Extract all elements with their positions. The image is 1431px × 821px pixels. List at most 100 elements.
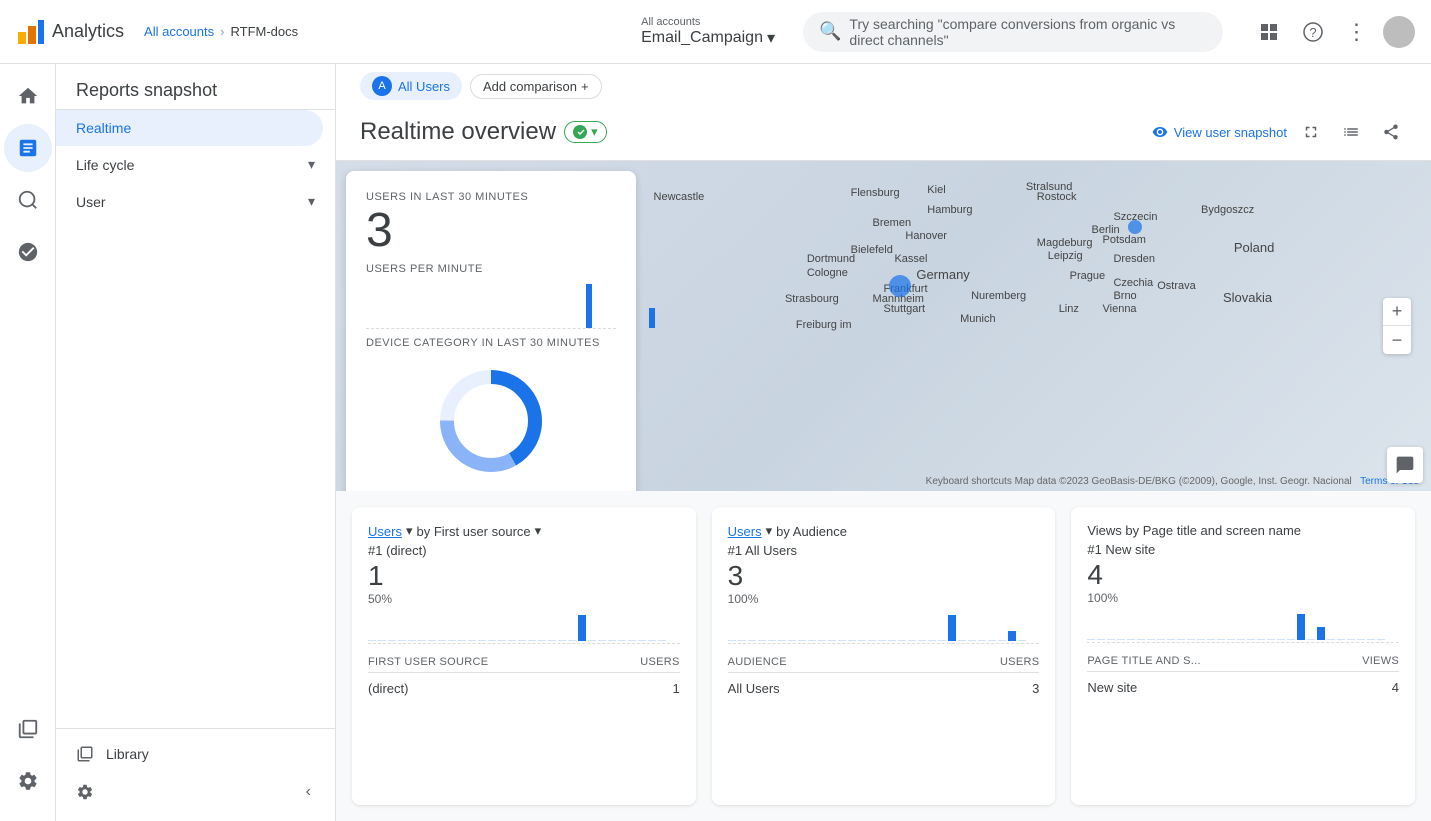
sidebar-bottom [4, 705, 52, 813]
nav-item-user-label: User [76, 194, 106, 210]
mini-bar-segment [638, 640, 646, 641]
mini-bar-segment [1157, 639, 1165, 640]
mini-bar-segment [498, 640, 506, 641]
mini-bar-segment [368, 640, 376, 641]
add-comparison-button[interactable]: Add comparison + [470, 74, 602, 99]
view-user-snapshot-button[interactable]: View user snapshot [1152, 124, 1287, 140]
mini-bar-segment [1167, 639, 1175, 640]
mini-bar-segment [1207, 639, 1215, 640]
mini-bar-segment [868, 640, 876, 641]
map-label-hamburg: Hamburg [927, 204, 972, 216]
card1-pct: 50% [368, 592, 680, 606]
map-zoom-controls: + − [1383, 298, 1411, 354]
mini-bar-segment [1377, 639, 1385, 640]
mini-bar-segment [998, 640, 1006, 641]
sidebar-item-advertising[interactable] [4, 228, 52, 276]
selected-account: Email_Campaign [641, 29, 763, 47]
mini-bar-segment [628, 640, 636, 641]
sidebar-item-explore[interactable] [4, 176, 52, 224]
property-selector[interactable]: Email_Campaign ▾ [641, 28, 775, 48]
overlay-card: USERS IN LAST 30 MINUTES 3 USERS PER MIN… [346, 171, 636, 491]
all-users-chip[interactable]: A All Users [360, 72, 462, 100]
card1-title-dropdown[interactable]: ▾ [406, 523, 413, 539]
mini-bar-segment [618, 640, 626, 641]
zoom-out-button[interactable]: − [1383, 326, 1411, 354]
card3-rank: #1 New site [1087, 542, 1399, 557]
user-avatar[interactable] [1383, 16, 1415, 48]
card2-mini-chart [728, 614, 1040, 644]
status-badge[interactable]: ▾ [564, 121, 607, 143]
mini-bar-segment [878, 640, 886, 641]
map-label-kiel: Kiel [927, 184, 945, 196]
expand-icon [1302, 123, 1320, 141]
user-chevron: ▾ [308, 193, 315, 210]
sidebar-item-reports[interactable] [4, 124, 52, 172]
mini-bar-segment [438, 640, 446, 641]
top-navigation: Analytics All accounts › RTFM-docs All a… [0, 0, 1431, 64]
mini-bar-segment [808, 640, 816, 641]
feedback-button[interactable] [1387, 447, 1423, 483]
nav-item-realtime[interactable]: Realtime [56, 110, 323, 146]
search-bar[interactable]: 🔍 Try searching "compare conversions fro… [803, 12, 1223, 52]
library-nav-item[interactable]: Library [76, 745, 315, 763]
mini-bar-segment [468, 640, 476, 641]
feedback-icon [1395, 455, 1415, 475]
card1-title-users[interactable]: Users [368, 524, 402, 539]
help-icon-button[interactable]: ? [1295, 14, 1331, 50]
users-30min-label: USERS IN LAST 30 MINUTES [366, 191, 616, 203]
collapse-icon: ‹ [306, 783, 311, 800]
mini-bar-segment [1277, 639, 1285, 640]
card3-pct: 100% [1087, 591, 1399, 605]
mini-bar-segment [1107, 639, 1115, 640]
card1-mini-chart [368, 614, 680, 644]
mini-bar-segment [968, 640, 976, 641]
mini-bar-segment [588, 640, 596, 641]
map-label-magdeburg: Magdeburg [1037, 237, 1093, 249]
nav-item-lifecycle-label: Life cycle [76, 157, 134, 173]
page-title: Realtime overview ▾ [360, 118, 607, 146]
map-label-potsdam: Potsdam [1103, 234, 1146, 246]
library-label: Library [106, 746, 149, 762]
mini-bar-segment [568, 640, 576, 641]
table-view-button[interactable] [1335, 116, 1367, 148]
map-label-cologne: Cologne [807, 267, 848, 279]
grid-icon-button[interactable] [1251, 14, 1287, 50]
card1-title-arrow[interactable]: ▾ [535, 523, 542, 539]
nav-item-lifecycle[interactable]: Life cycle ▾ [56, 146, 335, 183]
mini-bar-segment [918, 640, 926, 641]
collapse-button[interactable]: ‹ [302, 779, 315, 805]
expand-button[interactable] [1295, 116, 1327, 148]
users-by-audience-card: Users ▾ by Audience #1 All Users 3 100% … [712, 507, 1056, 805]
more-options-button[interactable]: ⋮ [1339, 14, 1375, 50]
card3-col2-header: VIEWS [1362, 655, 1399, 667]
card3-table-header: PAGE TITLE AND S... VIEWS [1087, 655, 1399, 672]
mini-bar-segment [1297, 614, 1305, 640]
map-label-hanover: Hanover [905, 230, 947, 242]
search-icon: 🔍 [819, 21, 841, 42]
mini-bar-segment [1177, 639, 1185, 640]
map-label-kassel: Kassel [894, 253, 927, 265]
share-button[interactable] [1375, 116, 1407, 148]
map-label-linz: Linz [1059, 303, 1079, 315]
sidebar-item-settings[interactable] [4, 757, 52, 805]
all-accounts-link[interactable]: All accounts [144, 24, 214, 39]
map-label-rostock: Rostock [1037, 191, 1077, 203]
map-label-leipzig: Leipzig [1048, 250, 1083, 262]
map-label-germany: Germany [916, 267, 969, 282]
mini-bar-segment [838, 640, 846, 641]
settings-nav-item[interactable] [76, 783, 94, 801]
app-logo[interactable]: Analytics [16, 18, 124, 46]
mini-bar-segment [988, 640, 996, 641]
sidebar-item-home[interactable] [4, 72, 52, 120]
card1-col1-header: FIRST USER SOURCE [368, 656, 488, 668]
mini-bar-segment [1217, 639, 1225, 640]
card2-title-dropdown[interactable]: ▾ [766, 523, 773, 539]
zoom-in-button[interactable]: + [1383, 298, 1411, 326]
sidebar-item-library[interactable] [4, 705, 52, 753]
mini-bar-segment [558, 640, 566, 641]
card2-title-users[interactable]: Users [728, 524, 762, 539]
nav-item-user[interactable]: User ▾ [56, 183, 335, 220]
mini-bar-segment [388, 640, 396, 641]
map-label-stuttgart: Stuttgart [884, 303, 926, 315]
mini-bar-segment [818, 640, 826, 641]
